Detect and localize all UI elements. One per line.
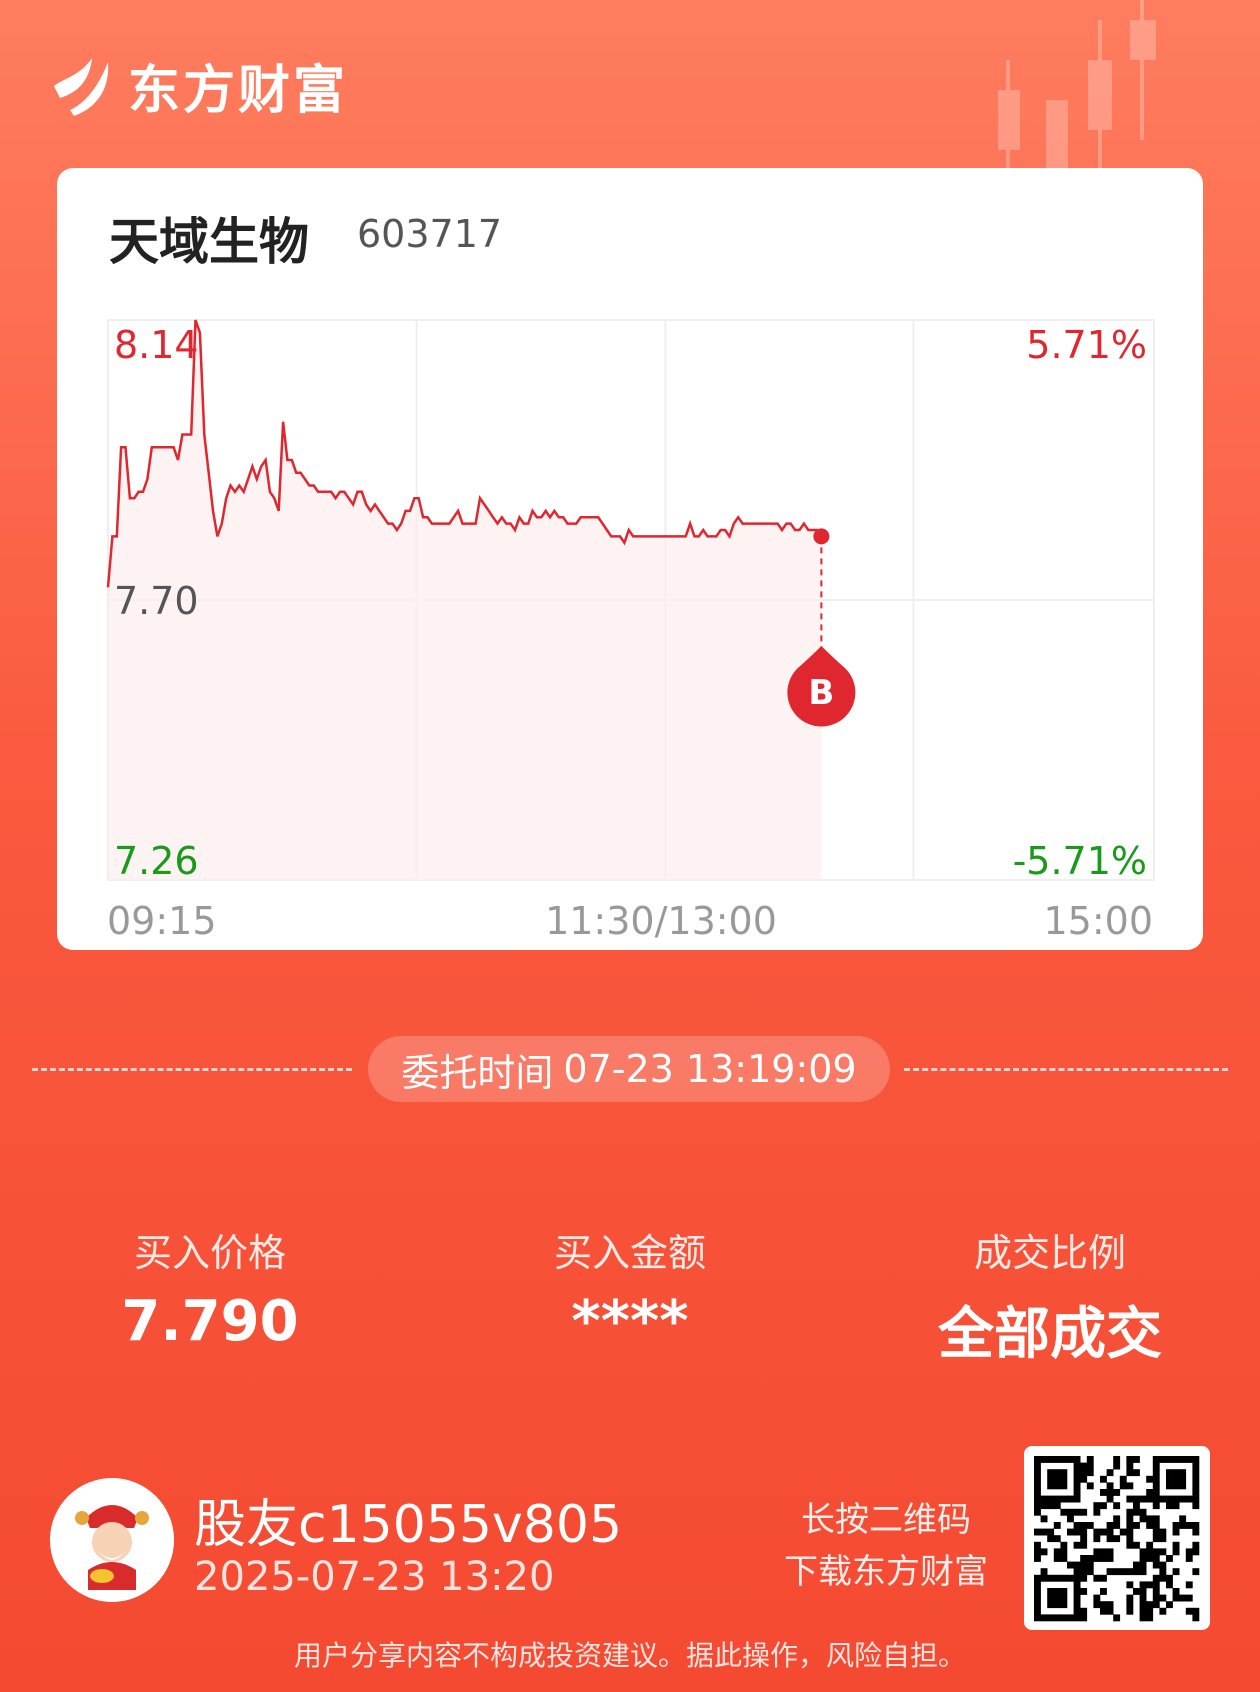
- y-label-right-top: 5.71%: [1026, 323, 1147, 367]
- stat-label: 买入金额: [553, 1231, 706, 1275]
- qr-tip-line1: 长按二维码: [801, 1500, 971, 1540]
- stock-chart-card: 天域生物 603717 B 8.14 7.70 7.26 5.71% -5.71…: [57, 168, 1203, 950]
- intraday-chart: B 8.14 7.70 7.26 5.71% -5.71% 09:15 11:3…: [106, 319, 1155, 943]
- divider-left: [32, 1068, 352, 1071]
- stat-buy-price: 买入价格 7.790: [30, 1222, 390, 1354]
- share-time: 2025-07-23 13:20: [194, 1554, 555, 1600]
- y-label-top: 8.14: [114, 323, 199, 367]
- stat-fill-ratio: 成交比例 全部成交: [870, 1222, 1230, 1370]
- x-label-start: 09:15: [107, 899, 217, 943]
- stat-label: 成交比例: [973, 1231, 1126, 1275]
- order-time-label: 委托时间: [401, 1050, 554, 1095]
- order-time-value: 07-23 13:19:09: [563, 1047, 857, 1091]
- qr-code-image: [1034, 1456, 1200, 1622]
- disclaimer: 用户分享内容不构成投资建议。据此操作，风险自担。: [293, 1639, 966, 1672]
- divider-right: [904, 1068, 1228, 1071]
- y-label-mid: 7.70: [114, 579, 199, 623]
- stat-label: 买入价格: [133, 1231, 286, 1275]
- avatar[interactable]: [50, 1478, 174, 1602]
- stat-value: ****: [571, 1289, 689, 1354]
- buy-marker-label: B: [808, 673, 834, 713]
- x-label-end: 15:00: [1043, 899, 1153, 943]
- qr-tip-line2: 下载东方财富: [784, 1552, 988, 1592]
- y-label-right-bottom: -5.71%: [1013, 839, 1147, 883]
- order-time-divider: 委托时间 07-23 13:19:09: [32, 1036, 1228, 1102]
- user-name: 股友c15055v805: [194, 1495, 623, 1555]
- order-time-pill: 委托时间 07-23 13:19:09: [368, 1036, 890, 1102]
- x-label-mid: 11:30/13:00: [545, 899, 777, 943]
- brand-logo-icon: [54, 57, 109, 116]
- brand-logo: 东方财富: [50, 48, 348, 123]
- qr-tip: 长按二维码 下载东方财富: [784, 1494, 988, 1598]
- stat-value: 全部成交: [938, 1302, 1162, 1367]
- avatar-image: [50, 1478, 174, 1602]
- qr-code[interactable]: [1024, 1446, 1210, 1630]
- stat-buy-amount: 买入金额 ****: [450, 1222, 810, 1354]
- stat-value: 7.790: [121, 1289, 299, 1354]
- y-label-bottom: 7.26: [114, 839, 199, 883]
- price-area: [108, 320, 822, 880]
- marker-dot: [813, 528, 830, 545]
- brand-name: 东方财富: [128, 61, 349, 121]
